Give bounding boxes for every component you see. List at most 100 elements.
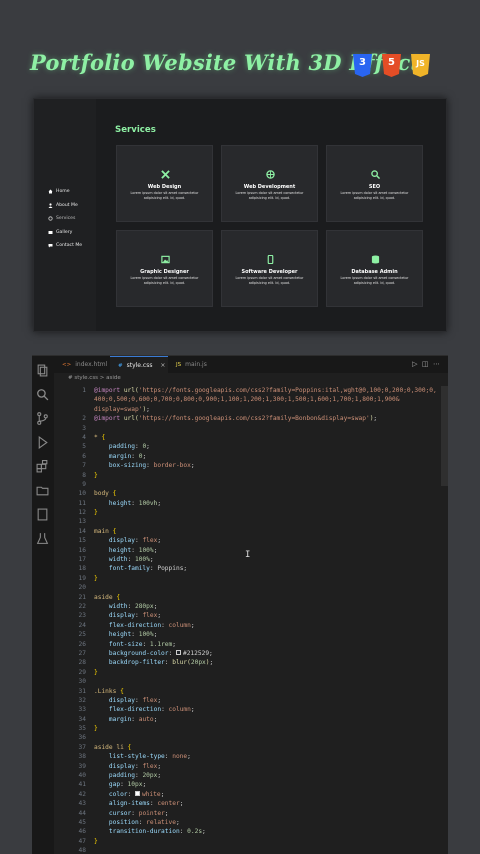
code-line[interactable]: 11 height: 100vh; (54, 499, 440, 508)
code-line[interactable]: 13 (54, 517, 440, 526)
color-swatch[interactable] (175, 650, 181, 656)
nav-item-about[interactable]: About Me (48, 199, 82, 213)
code-line[interactable]: 28 backdrop-filter: blur(20px); (54, 658, 440, 667)
code-line[interactable]: 42 color: white; (54, 790, 440, 799)
line-number: 30 (78, 678, 86, 686)
code-line[interactable]: display=swap'); (54, 405, 440, 414)
code-line[interactable]: 26 font-size: 1.1rem; (54, 640, 440, 649)
line-number: 7 (82, 462, 86, 470)
code-line[interactable]: 46 transition-duration: 0.2s; (54, 827, 440, 836)
code-text: .Links { (94, 687, 124, 695)
line-number: 6 (82, 452, 86, 460)
nav-item-gallery[interactable]: Gallery (48, 226, 82, 240)
scrollbar[interactable] (441, 386, 448, 486)
line-number: 22 (78, 602, 86, 610)
code-line[interactable]: 4 * { (54, 433, 440, 442)
extensions-icon[interactable] (36, 460, 49, 473)
code-line[interactable]: 40 padding: 20px; (54, 771, 440, 780)
code-line[interactable]: 15 display: flex; (54, 536, 440, 545)
line-number: 33 (78, 706, 86, 714)
code-line[interactable]: 23 display: flex; (54, 611, 440, 620)
line-number: 24 (78, 621, 86, 629)
code-line[interactable]: 22 width: 280px; (54, 602, 440, 611)
line-number: 34 (78, 715, 86, 723)
tab-style-css[interactable]: # style.css × (110, 356, 168, 373)
service-card[interactable]: Database Admin Lorem ipsum dolor sit ame… (326, 230, 423, 307)
activity-bar (32, 356, 54, 854)
code-line[interactable]: 3 (54, 424, 440, 433)
breadcrumb[interactable]: # style.css > aside (54, 373, 448, 384)
code-line[interactable]: 9 (54, 480, 440, 489)
code-line[interactable]: 37 aside li { (54, 743, 440, 752)
service-card[interactable]: Software Developer Lorem ipsum dolor sit… (221, 230, 318, 307)
code-line[interactable]: 31 .Links { (54, 687, 440, 696)
tab-index-html[interactable]: <> index.html (54, 356, 110, 373)
code-text: } (94, 471, 98, 479)
code-line[interactable]: 6 margin: 0; (54, 452, 440, 461)
code-line[interactable]: 20 (54, 583, 440, 592)
code-line[interactable]: 30 (54, 677, 440, 686)
close-icon[interactable]: × (160, 362, 165, 369)
folder-icon[interactable] (36, 484, 49, 497)
code-line[interactable]: 2 @import url('https://fonts.googleapis.c… (54, 414, 440, 423)
run-debug-icon[interactable] (36, 436, 49, 449)
code-line[interactable]: 47} (54, 837, 440, 846)
split-editor-icon[interactable]: ◫ (422, 360, 429, 368)
code-line[interactable]: 8} (54, 471, 440, 480)
code-line[interactable]: 14 main { (54, 527, 440, 536)
code-line[interactable]: 41 gap: 10px; (54, 780, 440, 789)
code-line[interactable]: 48 (54, 846, 440, 854)
remote-icon[interactable] (36, 508, 49, 521)
code-text: position: relative; (94, 818, 180, 826)
code-line[interactable]: 36 (54, 733, 440, 742)
tab-main-js[interactable]: JS main.js (168, 356, 224, 373)
code-line[interactable]: 29} (54, 668, 440, 677)
service-card[interactable]: Graphic Designer Lorem ipsum dolor sit a… (116, 230, 213, 307)
line-number: 2 (82, 415, 86, 423)
code-line[interactable]: 44 cursor: pointer; (54, 809, 440, 818)
code-line[interactable]: 27 background-color: #212529; (54, 649, 440, 658)
code-line[interactable]: 35} (54, 724, 440, 733)
services-heading: Services (115, 125, 156, 135)
code-text: aside li { (94, 743, 132, 751)
code-line[interactable]: 38 list-style-type: none; (54, 752, 440, 761)
code-line[interactable]: 10 body { (54, 489, 440, 498)
nav-item-contact[interactable]: Contact Me (48, 239, 82, 253)
search-icon[interactable] (36, 388, 49, 401)
code-line[interactable]: 7 box-sizing: border-box; (54, 461, 440, 470)
card-desc: Lorem ipsum dolor sit amet consectetur a… (130, 276, 199, 285)
code-line[interactable]: 45 position: relative; (54, 818, 440, 827)
source-control-icon[interactable] (36, 412, 49, 425)
nav-item-home[interactable]: Home (48, 185, 82, 199)
title-banner: Portfolio Website With 3D Effect 3 5 JS (0, 44, 480, 88)
code-line[interactable]: 19} (54, 574, 440, 583)
service-card[interactable]: Web Development Lorem ipsum dolor sit am… (221, 145, 318, 222)
more-icon[interactable]: ⋯ (433, 360, 440, 368)
code-line[interactable]: 5 padding: 0; (54, 442, 440, 451)
code-line[interactable]: 12} (54, 508, 440, 517)
code-line[interactable]: 39 display: flex; (54, 762, 440, 771)
code-area[interactable]: 1 @import url('https://fonts.googleapis.c… (54, 386, 440, 854)
nav-item-services[interactable]: Services (48, 212, 82, 226)
service-card[interactable]: SEO Lorem ipsum dolor sit amet consectet… (326, 145, 423, 222)
code-line[interactable]: 1 @import url('https://fonts.googleapis.c… (54, 386, 440, 395)
code-line[interactable]: 18 font-family: Poppins; (54, 564, 440, 573)
code-line[interactable]: 400;0,500;0,600;0,700;0,800;0,900;1,100;… (54, 395, 440, 404)
color-swatch[interactable] (134, 791, 140, 797)
code-line[interactable]: 43 align-items: center; (54, 799, 440, 808)
run-icon[interactable]: ▷ (412, 360, 417, 368)
code-text: @import url('https://fonts.googleapis.co… (94, 387, 437, 394)
code-line[interactable]: 33 flex-direction: column; (54, 705, 440, 714)
code-line[interactable]: 34 margin: auto; (54, 715, 440, 724)
code-line[interactable]: 21 aside { (54, 593, 440, 602)
line-number: 16 (78, 546, 86, 554)
preview-sidebar: Home About Me Services Gallery Contact M… (34, 99, 96, 331)
test-icon[interactable] (36, 532, 49, 545)
explorer-icon[interactable] (36, 364, 49, 377)
code-text: } (94, 509, 98, 517)
code-line[interactable]: 32 display: flex; (54, 696, 440, 705)
code-line[interactable]: 25 height: 100%; (54, 630, 440, 639)
code-line[interactable]: 24 flex-direction: column; (54, 621, 440, 630)
gear-icon (48, 216, 53, 221)
service-card[interactable]: Web Design Lorem ipsum dolor sit amet co… (116, 145, 213, 222)
